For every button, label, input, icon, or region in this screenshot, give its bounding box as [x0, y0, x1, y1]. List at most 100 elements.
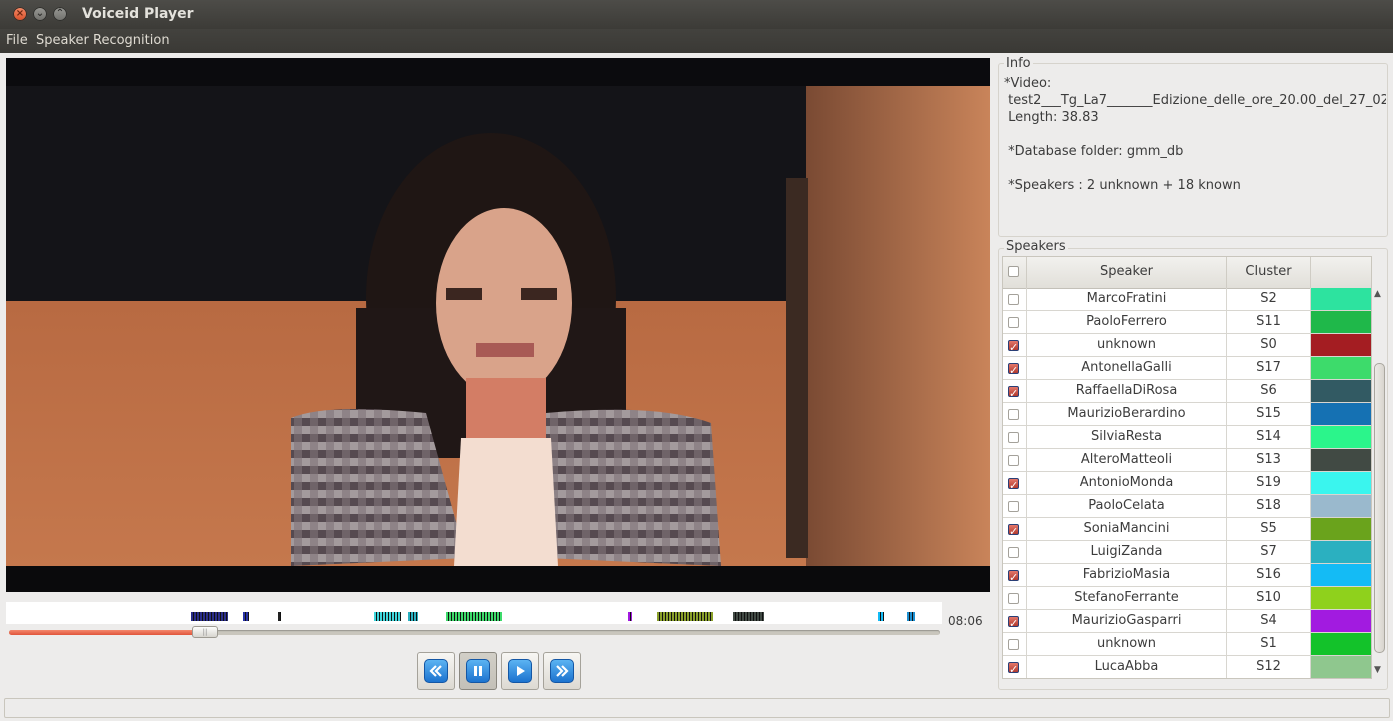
checkbox-cell[interactable] — [1003, 656, 1027, 678]
speaker-color-swatch[interactable] — [1311, 587, 1371, 609]
speaker-checkbox[interactable] — [1008, 294, 1019, 305]
speaker-checkbox[interactable] — [1008, 501, 1019, 512]
speaker-checkbox[interactable] — [1008, 521, 1019, 543]
scroll-thumb[interactable] — [1374, 363, 1385, 653]
scroll-down-icon[interactable]: ▼ — [1374, 665, 1381, 675]
table-row[interactable]: MarcoFratini S2 — [1003, 288, 1371, 311]
checkbox-cell[interactable] — [1003, 334, 1027, 359]
timeline-segment[interactable] — [733, 612, 764, 621]
speaker-checkbox[interactable] — [1008, 360, 1019, 382]
timeline-segment[interactable] — [446, 612, 502, 621]
speaker-color-swatch[interactable] — [1311, 541, 1371, 563]
play-button[interactable] — [501, 652, 539, 690]
select-all-checkbox[interactable] — [1008, 266, 1019, 277]
checkbox-cell[interactable] — [1003, 311, 1027, 333]
video-frame[interactable] — [6, 58, 990, 592]
table-row[interactable]: MaurizioGasparriS4 — [1003, 610, 1371, 635]
seek-slider[interactable] — [9, 630, 940, 635]
speaker-color-swatch[interactable] — [1311, 380, 1371, 402]
speaker-color-swatch[interactable] — [1311, 564, 1371, 586]
timeline-segment[interactable] — [408, 612, 418, 621]
maximize-icon[interactable]: ⌃ — [53, 7, 67, 21]
checkbox-cell[interactable] — [1003, 633, 1027, 655]
seek-handle[interactable]: || — [192, 626, 218, 638]
table-row[interactable]: FabrizioMasiaS16 — [1003, 564, 1371, 589]
table-row[interactable]: StefanoFerrante S10 — [1003, 587, 1371, 610]
checkbox-cell[interactable] — [1003, 357, 1027, 382]
table-row[interactable]: RaffaellaDiRosaS6 — [1003, 380, 1371, 405]
timeline-segment[interactable] — [907, 612, 915, 621]
checkbox-cell[interactable] — [1003, 610, 1027, 635]
speakers-scrollbar[interactable]: ▲ ▼ — [1372, 287, 1387, 677]
speaker-color-swatch[interactable] — [1311, 357, 1371, 379]
speaker-color-swatch[interactable] — [1311, 518, 1371, 540]
speaker-checkbox[interactable] — [1008, 432, 1019, 443]
table-row[interactable]: AlteroMatteoli S13 — [1003, 449, 1371, 472]
timeline-segment[interactable] — [628, 612, 632, 621]
speaker-checkbox[interactable] — [1008, 593, 1019, 604]
speaker-color-swatch[interactable] — [1311, 403, 1371, 425]
speaker-checkbox[interactable] — [1008, 659, 1019, 678]
pause-button[interactable] — [459, 652, 497, 690]
checkbox-cell[interactable] — [1003, 495, 1027, 517]
speaker-checkbox[interactable] — [1008, 383, 1019, 405]
speaker-color-swatch[interactable] — [1311, 472, 1371, 494]
checkbox-cell[interactable] — [1003, 380, 1027, 405]
speaker-column-header[interactable]: Speaker — [1027, 257, 1227, 288]
speaker-color-swatch[interactable] — [1311, 633, 1371, 655]
speaker-checkbox[interactable] — [1008, 639, 1019, 650]
table-row[interactable]: SoniaManciniS5 — [1003, 518, 1371, 543]
speaker-color-swatch[interactable] — [1311, 449, 1371, 471]
menu-file[interactable]: File — [6, 33, 28, 48]
checkbox-cell[interactable] — [1003, 541, 1027, 563]
timeline-segment[interactable] — [374, 612, 401, 621]
minimize-icon[interactable]: ⌄ — [33, 7, 47, 21]
speaker-color-swatch[interactable] — [1311, 656, 1371, 678]
table-row[interactable]: AntonioMondaS19 — [1003, 472, 1371, 497]
speaker-timeline[interactable] — [6, 602, 942, 624]
speaker-checkbox[interactable] — [1008, 547, 1019, 558]
table-row[interactable]: LuigiZanda S7 — [1003, 541, 1371, 564]
timeline-segment[interactable] — [278, 612, 281, 621]
rewind-button[interactable] — [417, 652, 455, 690]
cluster-column-header[interactable]: Cluster — [1227, 257, 1311, 288]
speaker-checkbox[interactable] — [1008, 613, 1019, 635]
checkbox-cell[interactable] — [1003, 564, 1027, 589]
menu-speaker-recognition[interactable]: Speaker Recognition — [36, 33, 170, 48]
table-row[interactable]: SilviaResta S14 — [1003, 426, 1371, 449]
table-row[interactable]: unknownS0 — [1003, 334, 1371, 359]
speaker-color-swatch[interactable] — [1311, 426, 1371, 448]
timeline-segment[interactable] — [191, 612, 228, 621]
select-all-header[interactable] — [1003, 257, 1027, 288]
table-row[interactable]: unknown S1 — [1003, 633, 1371, 656]
speaker-checkbox[interactable] — [1008, 409, 1019, 420]
speaker-checkbox[interactable] — [1008, 567, 1019, 589]
close-icon[interactable]: × — [13, 7, 27, 21]
speaker-color-swatch[interactable] — [1311, 311, 1371, 333]
checkbox-cell[interactable] — [1003, 518, 1027, 543]
speaker-color-swatch[interactable] — [1311, 334, 1371, 356]
checkbox-cell[interactable] — [1003, 449, 1027, 471]
speaker-checkbox[interactable] — [1008, 337, 1019, 359]
table-row[interactable]: PaoloCelata S18 — [1003, 495, 1371, 518]
checkbox-cell[interactable] — [1003, 426, 1027, 448]
speaker-checkbox[interactable] — [1008, 455, 1019, 466]
table-row[interactable]: MaurizioBerardino S15 — [1003, 403, 1371, 426]
speaker-color-swatch[interactable] — [1311, 288, 1371, 310]
timeline-segment[interactable] — [657, 612, 713, 621]
speaker-checkbox[interactable] — [1008, 317, 1019, 328]
color-column-header[interactable] — [1311, 257, 1371, 288]
checkbox-cell[interactable] — [1003, 403, 1027, 425]
speaker-color-swatch[interactable] — [1311, 495, 1371, 517]
speaker-color-swatch[interactable] — [1311, 610, 1371, 632]
speaker-checkbox[interactable] — [1008, 475, 1019, 497]
fast-forward-button[interactable] — [543, 652, 581, 690]
checkbox-cell[interactable] — [1003, 288, 1027, 310]
scroll-up-icon[interactable]: ▲ — [1374, 289, 1381, 299]
timeline-segment[interactable] — [243, 612, 249, 621]
table-row[interactable]: PaoloFerrero S11 — [1003, 311, 1371, 334]
checkbox-cell[interactable] — [1003, 587, 1027, 609]
timeline-segment[interactable] — [878, 612, 884, 621]
table-row[interactable]: AntonellaGalliS17 — [1003, 357, 1371, 382]
table-row[interactable]: LucaAbbaS12 — [1003, 656, 1371, 678]
